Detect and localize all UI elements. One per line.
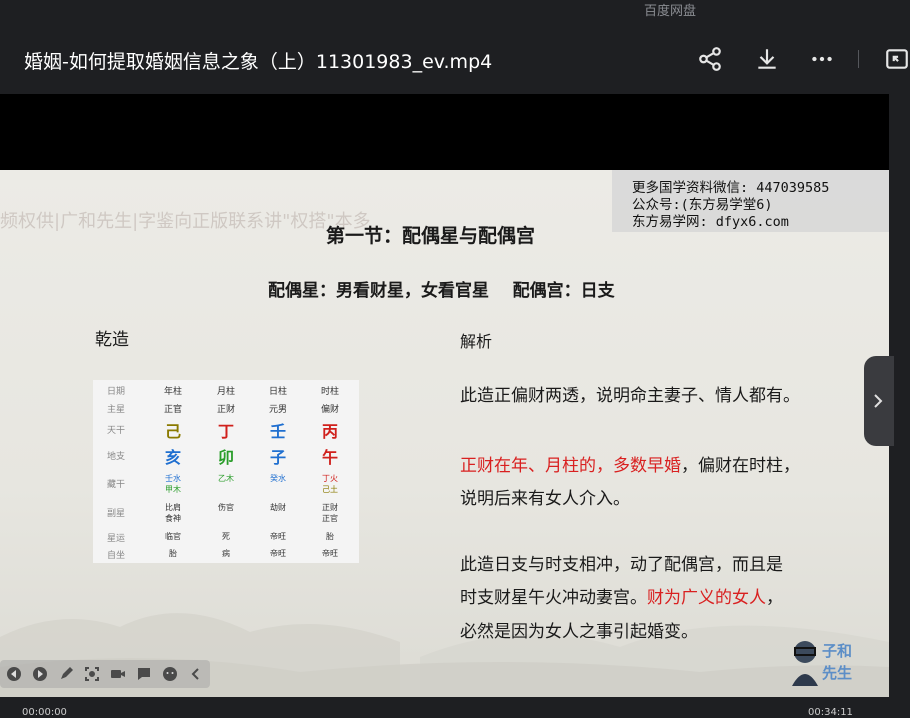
- watermark-line: 东方易学网: dfyx6.com: [632, 214, 789, 230]
- bazi-cell: 帝旺: [270, 532, 286, 541]
- analysis-text: ，偏财在时柱，: [681, 456, 800, 476]
- bazi-cell: 月柱: [216, 387, 235, 397]
- bazi-cell: 元男: [268, 405, 287, 415]
- analysis-text: 时支财星午火冲动妻宫。: [460, 588, 647, 608]
- emoji-icon[interactable]: [162, 666, 178, 682]
- slide-subtitle: 配偶星：男看财星，女看官星 配偶宫：日支: [268, 281, 615, 301]
- analysis-paragraph-2: 正财在年、月柱的，多数早婚，偏财在时柱，: [460, 451, 800, 476]
- picture-in-picture-icon[interactable]: [884, 46, 910, 72]
- next-icon[interactable]: [32, 666, 48, 682]
- bazi-cell: 比肩: [165, 503, 181, 512]
- screenshot-icon[interactable]: [84, 666, 100, 682]
- bazi-cell: 劫财: [270, 503, 286, 512]
- analysis-heading: 解析: [460, 332, 493, 351]
- logo-text: 先生: [822, 664, 853, 682]
- bazi-cell: 帝旺: [322, 549, 338, 558]
- highlight-text: 正财在年、月柱的，多数早婚: [460, 456, 681, 476]
- watermark-box: 更多国学资料微信: 447039585 公众号:(东方易学堂6) 东方易学网: …: [612, 170, 889, 232]
- faded-watermark: 频权供|广和先生|字鉴向正版联系讲"权搭"本多: [0, 211, 371, 232]
- bazi-label: 星运: [107, 534, 126, 544]
- bazi-label: 天干: [107, 426, 126, 436]
- bazi-cell: 壬水: [165, 474, 181, 483]
- analysis-paragraph-3: 此造日支与时支相冲，动了配偶宫，而且是: [460, 555, 783, 575]
- pen-icon[interactable]: [58, 666, 74, 682]
- toolbar-divider: [858, 50, 859, 68]
- bazi-label: 日期: [107, 387, 126, 397]
- bazi-cell: 丁火: [322, 474, 338, 483]
- bazi-cell: 病: [222, 549, 230, 558]
- bazi-cell: 正财: [322, 503, 338, 512]
- prev-icon[interactable]: [6, 666, 22, 682]
- slide: 频权供|广和先生|字鉴向正版联系讲"权搭"本多 更多国学资料微信: 447039…: [0, 170, 889, 697]
- share-icon[interactable]: [697, 46, 723, 72]
- video-title: 婚姻-如何提取婚姻信息之象（上）11301983_ev.mp4: [24, 51, 493, 73]
- earthly-branch: 午: [321, 448, 338, 467]
- bazi-cell: 乙木: [218, 474, 234, 483]
- bazi-cell: 死: [222, 532, 230, 541]
- heavenly-stem: 己: [164, 422, 181, 441]
- camera-icon[interactable]: [110, 666, 126, 682]
- presenter-avatar-icon: [792, 641, 818, 686]
- analysis-text: ，: [766, 588, 783, 608]
- earthly-branch: 卯: [217, 448, 234, 467]
- bazi-cell: 癸水: [270, 474, 286, 483]
- bazi-cell: 偏财: [320, 405, 339, 415]
- bazi-cell: 伤官: [218, 503, 234, 512]
- title-bar: 百度网盘 婚姻-如何提取婚姻信息之象（上）11301983_ev.mp4: [0, 0, 910, 94]
- highlight-text: 财为广义的女人: [647, 588, 766, 608]
- analysis-paragraph-2b: 说明后来有女人介入。: [460, 489, 630, 509]
- heavenly-stem: 壬: [269, 422, 286, 441]
- comment-icon[interactable]: [136, 666, 152, 682]
- heavenly-stem: 丙: [321, 422, 338, 441]
- bazi-chart: 日期 年柱 月柱 日柱 时柱 主星 正官 正财 元男 偏财 天干 己 丁 壬 丙: [93, 380, 359, 563]
- bazi-cell: 正官: [163, 405, 182, 415]
- bazi-label: 藏干: [107, 480, 126, 490]
- bazi-cell: 甲木: [165, 485, 181, 494]
- bazi-cell: 年柱: [163, 387, 182, 397]
- logo-text: 子和: [822, 642, 853, 660]
- bazi-label: 副星: [107, 509, 126, 519]
- presenter-logo: 子和 先生: [790, 638, 872, 688]
- bazi-cell: 胎: [326, 532, 334, 541]
- heavenly-stem: 丁: [217, 422, 234, 441]
- bazi-cell: 日柱: [268, 387, 287, 397]
- slide-title: 第一节：配偶星与配偶宫: [326, 225, 536, 247]
- collapse-icon[interactable]: [188, 666, 204, 682]
- earthly-branch: 子: [269, 448, 286, 467]
- bazi-cell: 己土: [322, 485, 338, 494]
- analysis-paragraph-3c: 必然是因为女人之事引起婚变。: [460, 622, 698, 642]
- app-name: 百度网盘: [644, 4, 697, 19]
- bazi-cell: 帝旺: [270, 549, 286, 558]
- chevron-right-icon: [874, 394, 883, 408]
- annotation-toolbar: [0, 660, 210, 688]
- bazi-cell: 胎: [169, 549, 177, 558]
- bazi-label: 地支: [107, 452, 126, 462]
- video-player[interactable]: 频权供|广和先生|字鉴向正版联系讲"权搭"本多 更多国学资料微信: 447039…: [0, 94, 889, 697]
- earthly-branch: 亥: [164, 448, 181, 467]
- download-icon[interactable]: [754, 46, 780, 72]
- analysis-paragraph-3b: 时支财星午火冲动妻宫。财为广义的女人，: [460, 583, 783, 608]
- bazi-cell: 时柱: [320, 387, 339, 397]
- analysis-paragraph-1: 此造正偏财两透，说明命主妻子、情人都有。: [460, 386, 800, 406]
- bazi-cell: 正官: [322, 514, 338, 523]
- bazi-label: 自坐: [107, 551, 126, 561]
- bazi-cell: 临官: [165, 532, 181, 541]
- more-icon[interactable]: [809, 46, 835, 72]
- side-panel-toggle[interactable]: [864, 356, 894, 446]
- bazi-cell: 食神: [165, 514, 181, 523]
- player-bottom-bar: 00:00:00 00:34:11: [0, 697, 910, 718]
- chart-heading: 乾造: [95, 330, 129, 350]
- current-time: 00:00:00: [22, 707, 67, 718]
- total-time: 00:34:11: [808, 707, 853, 718]
- bazi-label: 主星: [107, 405, 126, 415]
- bazi-cell: 正财: [216, 405, 235, 415]
